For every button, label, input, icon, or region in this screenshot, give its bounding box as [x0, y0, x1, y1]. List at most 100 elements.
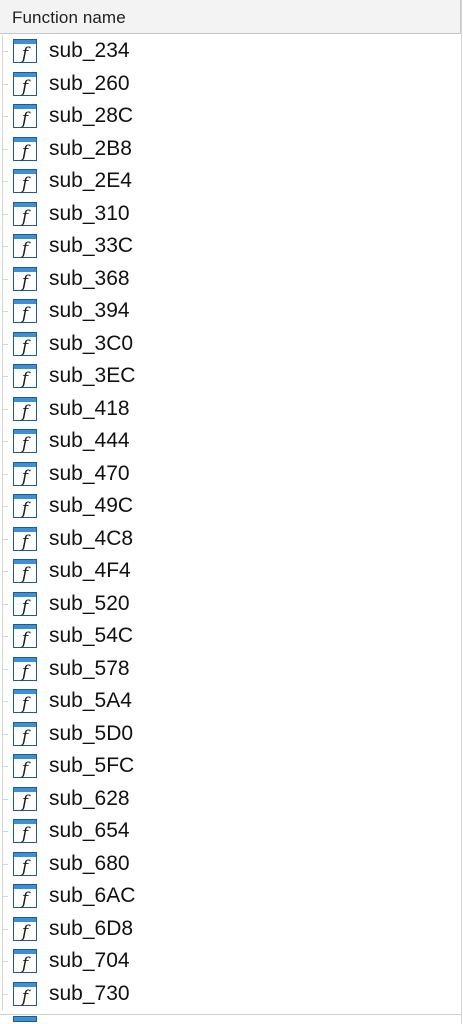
function-icon-partial: [13, 1016, 37, 1022]
function-icon: f: [13, 949, 37, 973]
function-row[interactable]: f sub_578: [0, 652, 461, 685]
function-icon: f: [13, 559, 37, 583]
tree-guide-tick: [2, 51, 8, 52]
tree-guide-tick: [2, 571, 8, 572]
function-name: sub_3EC: [49, 364, 136, 387]
function-name: sub_578: [49, 656, 130, 680]
tree-guide-tick: [2, 831, 8, 832]
function-row[interactable]: f sub_2E4: [0, 165, 461, 198]
function-row[interactable]: f sub_310: [0, 197, 461, 230]
function-icon: f: [13, 851, 37, 876]
function-list[interactable]: f sub_234 f sub_260 f sub_28C f sub_2B8 f sub_2E4…: [0, 35, 461, 1010]
function-icon: f: [13, 364, 37, 388]
tree-guide-tick: [2, 343, 8, 345]
functions-panel: Function name f sub_234 f sub_260 f sub_28C f s…: [0, 0, 463, 1024]
tree-guide-tick: [2, 311, 8, 312]
tree-guide-tick: [2, 733, 8, 735]
function-row[interactable]: f sub_2B8: [0, 132, 461, 165]
function-row[interactable]: f sub_680: [0, 847, 461, 880]
function-name: sub_4C8: [49, 526, 134, 550]
function-name: sub_654: [49, 819, 130, 842]
tree-guide-tick: [2, 603, 8, 605]
function-name: sub_2B8: [49, 136, 132, 160]
partial-next-row: [0, 1014, 461, 1024]
function-row[interactable]: f sub_704: [0, 945, 461, 978]
function-row[interactable]: f sub_520: [0, 587, 461, 620]
tree-guide-tick: [2, 473, 8, 475]
function-name: sub_49C: [49, 494, 134, 517]
column-header-label: Function name: [12, 8, 126, 27]
function-row[interactable]: f sub_3EC: [0, 360, 461, 393]
tree-guide-tick: [2, 148, 8, 150]
function-row[interactable]: f sub_394: [0, 295, 461, 328]
function-icon: f: [13, 786, 37, 811]
function-icon: f: [13, 169, 37, 193]
function-icon: f: [13, 981, 37, 1006]
tree-guide-tick: [2, 376, 8, 377]
function-icon: f: [13, 624, 37, 648]
function-row[interactable]: f sub_4F4: [0, 555, 461, 588]
function-name: sub_704: [49, 949, 130, 972]
function-row[interactable]: f sub_33C: [0, 230, 461, 263]
tree-guide-tick: [2, 83, 8, 85]
panel-right-border: [461, 0, 462, 1024]
function-icon: f: [13, 754, 37, 778]
function-name: sub_310: [49, 201, 130, 225]
function-row[interactable]: f sub_5FC: [0, 750, 461, 783]
function-icon: f: [13, 819, 37, 843]
tree-guide-tick: [2, 636, 8, 637]
function-name: sub_444: [49, 429, 130, 452]
function-icon: f: [13, 266, 37, 291]
function-row[interactable]: f sub_654: [0, 815, 461, 848]
function-row[interactable]: f sub_28C: [0, 100, 461, 133]
function-icon: f: [13, 916, 37, 941]
tree-guide-tick: [2, 213, 8, 215]
function-icon: f: [13, 39, 37, 63]
function-name: sub_680: [49, 851, 130, 875]
function-icon: f: [13, 656, 37, 681]
function-name: sub_628: [49, 786, 130, 810]
function-row[interactable]: f sub_5D0: [0, 717, 461, 750]
function-icon: f: [13, 299, 37, 323]
tree-guide-tick: [2, 993, 8, 995]
function-name: sub_2E4: [49, 169, 132, 192]
tree-guide-tick: [2, 896, 8, 897]
tree-guide-tick: [2, 116, 8, 117]
function-row[interactable]: f sub_260: [0, 67, 461, 100]
tree-guide-tick: [2, 506, 8, 507]
function-name: sub_418: [49, 396, 130, 420]
function-name: sub_54C: [49, 624, 134, 647]
function-icon: f: [13, 331, 37, 356]
function-row[interactable]: f sub_470: [0, 457, 461, 490]
function-row[interactable]: f sub_730: [0, 977, 461, 1010]
column-header[interactable]: Function name: [0, 0, 461, 34]
function-row[interactable]: f sub_444: [0, 425, 461, 458]
function-icon: f: [13, 494, 37, 518]
function-icon: f: [13, 591, 37, 616]
function-row[interactable]: f sub_368: [0, 262, 461, 295]
tree-guide-tick: [2, 246, 8, 247]
function-row[interactable]: f sub_54C: [0, 620, 461, 653]
function-row[interactable]: f sub_49C: [0, 490, 461, 523]
function-name: sub_6AC: [49, 884, 136, 907]
tree-guide-tick: [2, 961, 8, 962]
function-icon: f: [13, 721, 37, 746]
tree-guide-tick: [2, 863, 8, 865]
function-row[interactable]: f sub_628: [0, 782, 461, 815]
function-name: sub_394: [49, 299, 130, 322]
tree-guide-tick: [2, 441, 8, 442]
function-row[interactable]: f sub_418: [0, 392, 461, 425]
function-name: sub_6D8: [49, 916, 134, 940]
function-name: sub_730: [49, 981, 130, 1005]
function-icon: f: [13, 689, 37, 713]
function-row[interactable]: f sub_5A4: [0, 685, 461, 718]
function-row[interactable]: f sub_4C8: [0, 522, 461, 555]
function-icon: f: [13, 396, 37, 421]
function-icon: f: [13, 201, 37, 226]
tree-guide-tick: [2, 278, 8, 280]
function-row[interactable]: f sub_6D8: [0, 912, 461, 945]
function-row[interactable]: f sub_3C0: [0, 327, 461, 360]
function-row[interactable]: f sub_6AC: [0, 880, 461, 913]
function-icon: f: [13, 526, 37, 551]
function-row[interactable]: f sub_234: [0, 35, 461, 68]
